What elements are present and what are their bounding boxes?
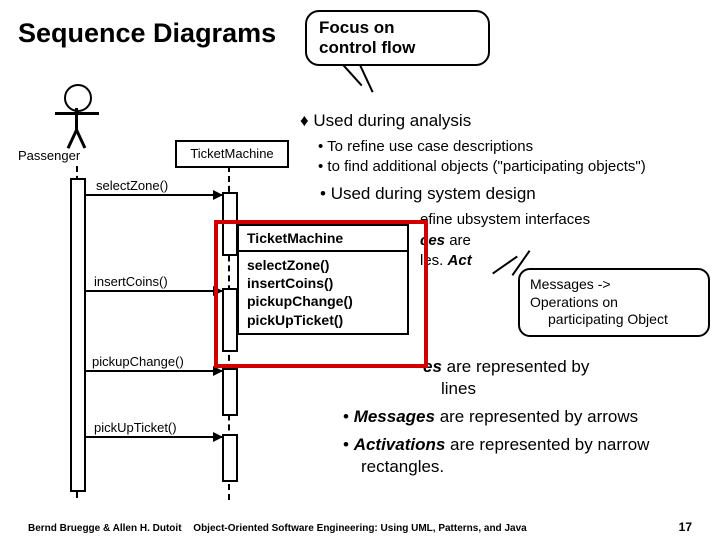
t: Activations <box>354 435 446 454</box>
actor-label: Passenger <box>18 148 80 163</box>
actor-head-icon <box>64 84 92 112</box>
sub-bullet: To refine use case descriptions <box>300 137 710 157</box>
class-op: pickUpTicket() <box>247 311 399 329</box>
message-arrow <box>84 290 222 292</box>
callout-focus: Focus on control flow <box>305 10 490 66</box>
lower-bullets: es are represented by lines Messages are… <box>343 350 703 478</box>
actor-arms-icon <box>55 112 99 115</box>
t: lines <box>361 379 476 398</box>
callout-focus-line1: Focus on <box>319 18 476 38</box>
class-box-head: TicketMachine <box>239 226 407 252</box>
bullet: Activations are represented by narrow re… <box>343 434 703 478</box>
message-arrow <box>84 436 222 438</box>
message-arrow <box>84 370 222 372</box>
slide-title: Sequence Diagrams <box>18 18 276 49</box>
activation-bar <box>222 434 238 482</box>
class-op: selectZone() <box>247 256 399 274</box>
callout-line: Operations on <box>530 294 698 312</box>
t: are <box>445 232 471 249</box>
message-label: insertCoins() <box>94 274 168 289</box>
t: ubsystem interfaces <box>457 211 590 228</box>
actor-leg-icon <box>75 129 86 148</box>
text: Used during system design <box>331 184 536 203</box>
message-label: pickUpTicket() <box>94 420 177 435</box>
text: Used during analysis <box>313 111 471 130</box>
callout-messages: Messages -> Operations on participating … <box>518 268 710 337</box>
actor-activation <box>70 178 86 492</box>
class-op: insertCoins() <box>247 274 399 292</box>
bullet-design: Used during system design <box>300 183 710 206</box>
t: Act <box>448 252 472 269</box>
callout-focus-line2: control flow <box>319 38 476 58</box>
footer-book-title: Object-Oriented Software Engineering: Us… <box>0 523 720 534</box>
t: Messages <box>354 407 435 426</box>
bullet-analysis: ♦ Used during analysis <box>300 110 710 133</box>
callout-line: participating Object <box>530 311 698 329</box>
footer-page-number: 17 <box>679 520 692 534</box>
message-label: pickupChange() <box>92 354 184 369</box>
t: are represented by <box>442 357 589 376</box>
callout-line: Messages -> <box>530 276 698 294</box>
object-box: TicketMachine <box>175 140 289 168</box>
activation-bar <box>222 368 238 416</box>
sub-bullet: to find additional objects ("participati… <box>300 157 710 177</box>
class-op: pickupChange() <box>247 292 399 310</box>
bullet: Messages are represented by arrows <box>343 406 703 428</box>
class-box-body: selectZone() insertCoins() pickupChange(… <box>239 252 407 333</box>
class-box: TicketMachine selectZone() insertCoins()… <box>237 224 409 335</box>
t: are represented by arrows <box>435 407 638 426</box>
message-label: selectZone() <box>96 178 168 193</box>
message-arrow <box>84 194 222 196</box>
